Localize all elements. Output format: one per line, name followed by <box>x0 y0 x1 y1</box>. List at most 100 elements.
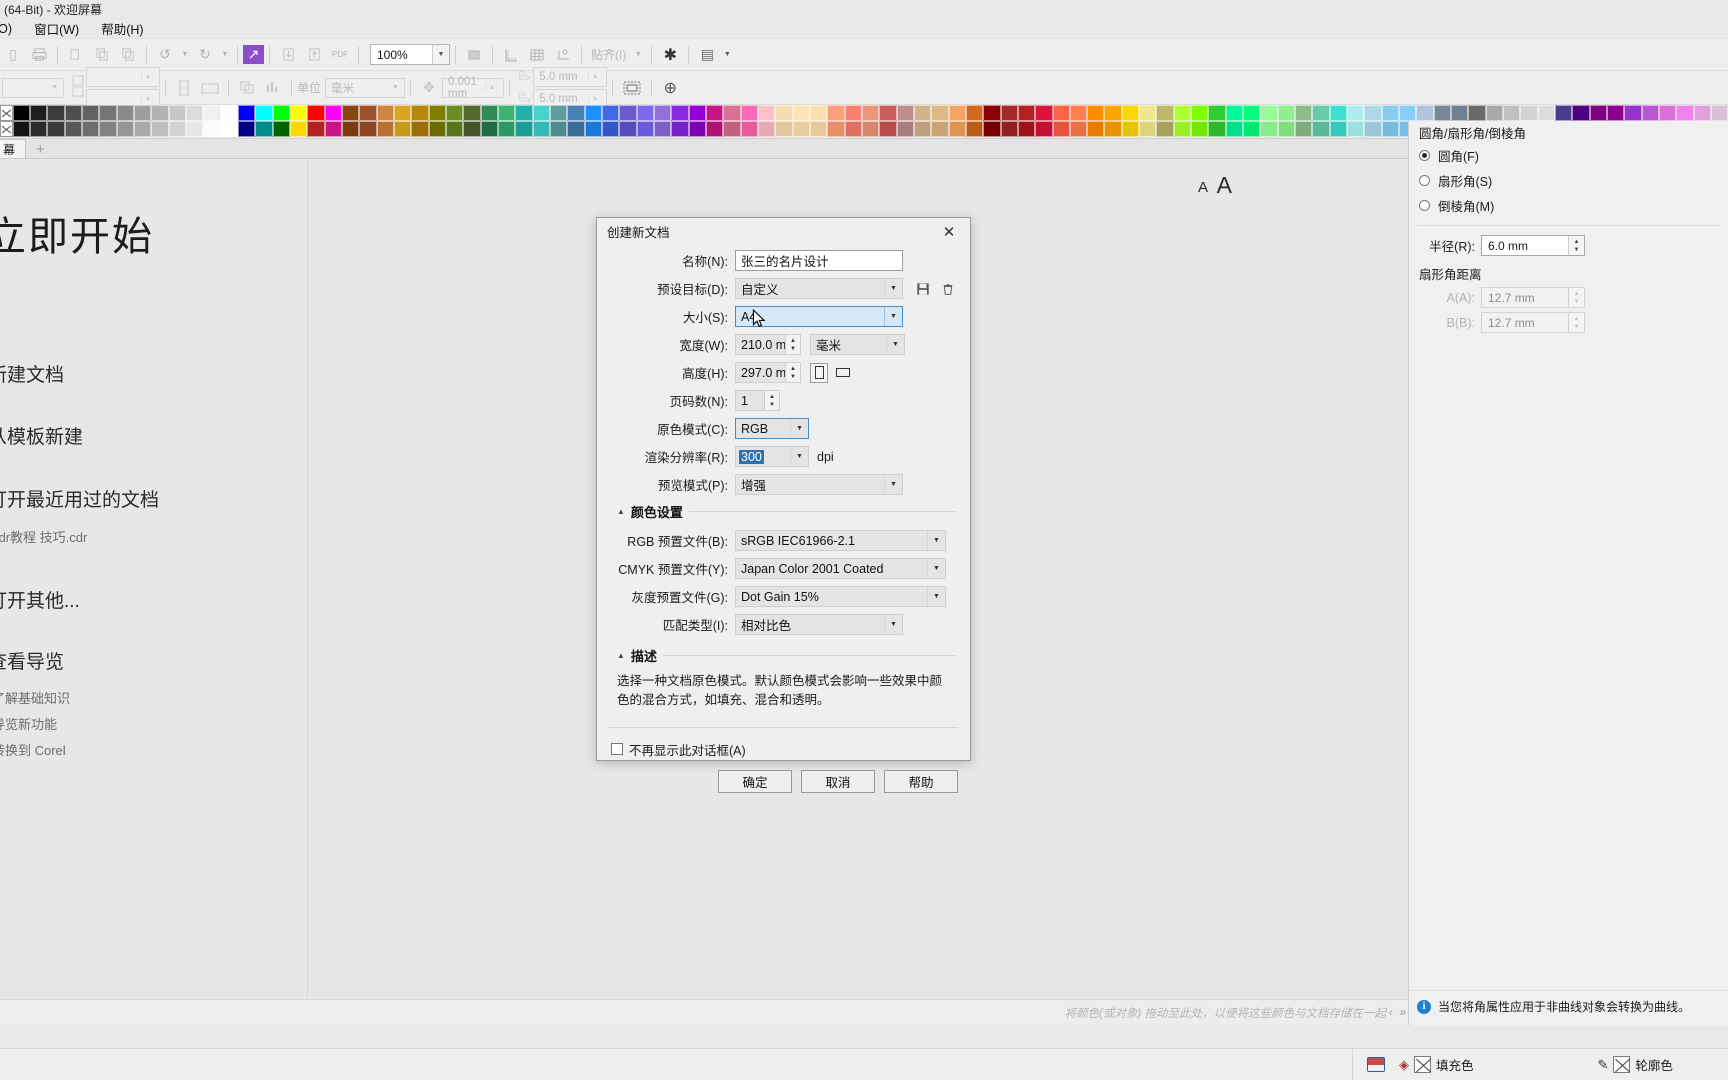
font-size-large-button[interactable]: A <box>1217 172 1232 199</box>
palette-swatch[interactable] <box>1243 105 1261 121</box>
option-scallop-corner[interactable]: 扇形角(S) <box>1409 168 1728 193</box>
export-icon[interactable] <box>301 43 327 67</box>
palette-swatch[interactable] <box>272 105 291 121</box>
palette-swatch[interactable] <box>549 105 568 121</box>
palette-swatch[interactable] <box>740 121 758 137</box>
add-document-tab-button[interactable]: + <box>26 141 55 158</box>
palette-swatch[interactable] <box>359 121 377 137</box>
palette-swatch[interactable] <box>1676 105 1694 121</box>
palette-swatch[interactable] <box>134 121 152 137</box>
palette-swatch[interactable] <box>567 121 585 137</box>
palette-swatch[interactable] <box>584 121 602 137</box>
height-stepper[interactable]: ▲ ▼ <box>785 363 800 382</box>
palette-swatch[interactable] <box>1104 121 1122 137</box>
palette-swatch[interactable] <box>723 121 741 137</box>
palette-swatch[interactable] <box>1485 105 1504 121</box>
palette-swatch[interactable] <box>82 105 100 121</box>
palette-swatch[interactable] <box>238 105 256 121</box>
palette-swatch[interactable] <box>1017 105 1036 121</box>
palette-swatch[interactable] <box>1589 105 1607 121</box>
palette-swatch[interactable] <box>636 105 654 121</box>
color-settings-section-header[interactable]: ▲ 颜色设置 <box>617 502 970 521</box>
palette-swatch[interactable] <box>636 121 654 137</box>
palette-swatch[interactable] <box>1260 121 1278 137</box>
palette-swatch[interactable] <box>82 121 100 137</box>
palette-swatch[interactable] <box>47 121 65 137</box>
palette-swatch[interactable] <box>1329 121 1348 137</box>
scallop-b-input[interactable]: 12.7 mm ▲ ▼ <box>1481 312 1585 333</box>
redo-icon[interactable]: ↻ <box>192 43 218 67</box>
show-grid-icon[interactable] <box>524 43 550 67</box>
palette-swatch[interactable] <box>1104 105 1122 121</box>
palette-swatch[interactable] <box>671 105 689 121</box>
fill-color-group[interactable]: ◈ 填充色 <box>1399 1055 1474 1074</box>
palette-swatch[interactable] <box>1156 105 1174 121</box>
tour-item-switch-to-corel[interactable]: 转换到 Corel <box>0 740 66 759</box>
unit-combo[interactable]: 毫米 ▼ <box>810 334 905 355</box>
palette-swatch[interactable] <box>1555 105 1573 121</box>
chevron-down-icon[interactable]: ▼ <box>927 587 945 606</box>
chevron-down-icon[interactable]: ▼ <box>790 447 808 466</box>
palette-swatch[interactable] <box>653 121 672 137</box>
palette-swatch[interactable] <box>1017 121 1036 137</box>
ok-button[interactable]: 确定 <box>718 769 792 793</box>
palette-swatch[interactable] <box>411 121 429 137</box>
resolution-combo[interactable]: 300 ▼ <box>735 446 809 467</box>
palette-swatch[interactable] <box>498 105 516 121</box>
palette-swatch[interactable] <box>601 105 620 121</box>
palette-swatch[interactable] <box>238 121 256 137</box>
palette-swatch[interactable] <box>844 121 862 137</box>
palette-swatch[interactable] <box>567 105 585 121</box>
duplicate-distance-x-field[interactable]: 5.0 mm ▲ <box>533 66 608 87</box>
palette-swatch[interactable] <box>1069 105 1088 121</box>
close-icon[interactable]: ✕ <box>932 221 966 243</box>
palette-swatch[interactable] <box>532 121 550 137</box>
chevron-down-icon[interactable]: ▼ <box>884 475 902 494</box>
palette-swatch[interactable] <box>428 121 447 137</box>
palette-swatch[interactable] <box>1087 121 1105 137</box>
palette-swatch[interactable] <box>983 121 1001 137</box>
palette-swatch[interactable] <box>723 105 741 121</box>
palette-swatch[interactable] <box>1121 121 1140 137</box>
crosshair-icon[interactable]: ⊕ <box>657 76 683 100</box>
palette-swatch[interactable] <box>1277 121 1296 137</box>
landscape-icon[interactable] <box>834 363 852 383</box>
palette-swatch[interactable] <box>1416 105 1434 121</box>
palette-swatch[interactable] <box>463 105 481 121</box>
palette-swatch[interactable] <box>1052 105 1070 121</box>
palette-swatch[interactable] <box>307 105 325 121</box>
dont-show-again-row[interactable]: 不再显示此对话框(A) <box>611 740 970 759</box>
palette-swatch[interactable] <box>1087 105 1105 121</box>
chevron-down-icon[interactable]: ▼ <box>720 43 734 67</box>
palette-swatch[interactable] <box>1381 121 1400 137</box>
pages-stepper[interactable]: ▲ ▼ <box>764 391 779 410</box>
all-pages-icon[interactable] <box>234 76 260 100</box>
palette-swatch[interactable] <box>896 105 914 121</box>
preview-combo[interactable]: 增强 ▼ <box>735 474 903 495</box>
palette-swatch[interactable] <box>290 105 308 121</box>
palette-swatch[interactable] <box>480 105 498 121</box>
palette-swatch[interactable] <box>255 121 273 137</box>
colormode-combo[interactable]: RGB ▼ <box>735 418 809 439</box>
palette-swatch[interactable] <box>255 105 273 121</box>
palette-swatch[interactable] <box>64 105 83 121</box>
palette-swatch[interactable] <box>844 105 862 121</box>
paste-icon[interactable] <box>115 43 141 67</box>
chevron-down-icon[interactable]: ▼ <box>927 531 945 550</box>
nudge-offset-icon[interactable]: ✥ <box>416 76 442 100</box>
dont-show-again-checkbox[interactable] <box>611 743 623 756</box>
palette-swatch[interactable] <box>290 121 308 137</box>
palette-swatch[interactable] <box>983 105 1001 121</box>
palette-swatch[interactable] <box>1347 121 1365 137</box>
palette-swatch[interactable] <box>151 105 169 121</box>
snap-to-label[interactable]: 贴齐(I) <box>587 46 630 63</box>
palette-swatch[interactable] <box>446 121 464 137</box>
status-scroll-prev[interactable]: ‹ <box>1389 1007 1393 1019</box>
palette-swatch[interactable] <box>1208 105 1226 121</box>
recent-file-item[interactable]: cdr教程 技巧.cdr <box>0 527 87 546</box>
palette-swatch[interactable] <box>792 105 810 121</box>
palette-swatch[interactable] <box>671 121 689 137</box>
palette-swatch[interactable] <box>307 121 325 137</box>
full-screen-preview-icon[interactable] <box>461 43 487 67</box>
palette-swatch[interactable] <box>376 121 395 137</box>
